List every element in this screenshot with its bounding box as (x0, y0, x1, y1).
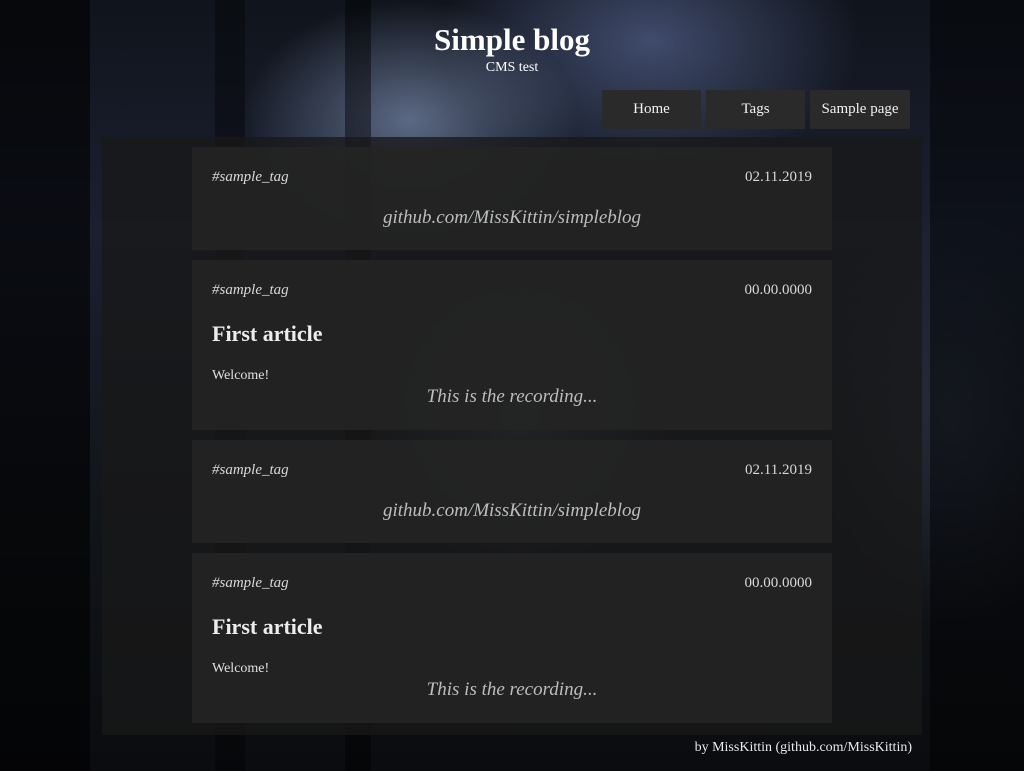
post-date: 02.11.2019 (745, 462, 812, 478)
post-date: 00.00.0000 (744, 575, 813, 591)
site-footer: by MissKittin (github.com/MissKittin) (694, 740, 912, 755)
post-title[interactable]: First article (212, 614, 323, 640)
post-tag-link[interactable]: #sample_tag (212, 574, 289, 592)
nav-tags-button[interactable]: Tags (706, 90, 805, 129)
nav-sample-page-button[interactable]: Sample page (810, 90, 910, 129)
site-subtitle: CMS test (485, 60, 539, 75)
post-tag-link[interactable]: #sample_tag (212, 168, 289, 186)
post-card: #sample_tag 02.11.2019 github.com/MissKi… (192, 147, 832, 250)
main-nav: Home Tags Sample page (602, 90, 910, 129)
post-body: Welcome! (212, 661, 270, 676)
post-card: #sample_tag 02.11.2019 github.com/MissKi… (192, 440, 832, 543)
post-date: 02.11.2019 (745, 169, 812, 185)
post-card: #sample_tag 00.00.0000 First article Wel… (192, 260, 832, 430)
post-body: Welcome! (212, 368, 270, 383)
post-note: This is the recording... (426, 386, 598, 407)
post-tag-link[interactable]: #sample_tag (212, 461, 289, 479)
main-content: #sample_tag 02.11.2019 github.com/MissKi… (102, 137, 922, 735)
post-date: 00.00.0000 (744, 282, 813, 298)
site-title[interactable]: Simple blog (0, 20, 1024, 60)
post-title[interactable]: First article (212, 321, 323, 347)
post-link[interactable]: github.com/MissKittin/simpleblog (192, 500, 832, 522)
post-tag-link[interactable]: #sample_tag (212, 281, 289, 299)
post-link[interactable]: github.com/MissKittin/simpleblog (192, 207, 832, 229)
post-note: This is the recording... (426, 679, 598, 700)
nav-home-button[interactable]: Home (602, 90, 701, 129)
site-header: Simple blog CMS test Home Tags Sample pa… (0, 0, 1024, 137)
post-card: #sample_tag 00.00.0000 First article Wel… (192, 553, 832, 723)
